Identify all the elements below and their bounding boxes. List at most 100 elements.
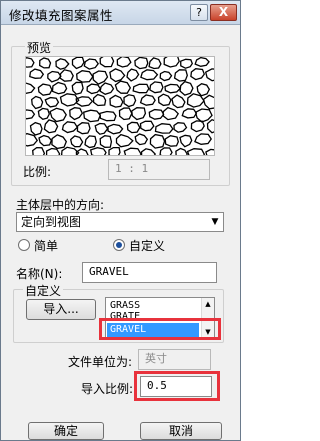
radio-custom[interactable] [113,239,125,251]
gravel-stone [148,108,165,120]
gravel-stone [26,109,36,120]
gravel-stone [159,147,173,155]
gravel-stone [76,122,91,135]
gravel-stone [173,69,188,82]
gravel-stone [180,58,194,69]
gravel-stone [196,82,211,97]
gravel-stone [31,95,44,110]
pattern-preview [25,56,215,156]
ok-button[interactable]: 确定 [28,422,104,440]
gravel-stone [194,57,210,67]
file-units-field: 英寸 [138,349,211,370]
gravel-stone [149,133,166,149]
gravel-stone [107,123,124,135]
radio-simple[interactable] [18,239,30,251]
name-input[interactable]: GRAVEL [82,262,217,283]
gravel-stone [71,81,84,95]
direction-label: 主体层中的方向: [16,198,105,212]
preview-legend: 预览 [25,39,54,56]
file-units-label: 文件单位为: [68,355,133,369]
gravel-stone [61,121,79,134]
gravel-stone [99,135,113,148]
gravel-stone [51,134,68,150]
gravel-stone [134,133,149,146]
gravel-stone [116,57,132,68]
gravel-stone [26,82,36,94]
gravel-stone [37,107,51,121]
name-label: 名称(N): [16,267,63,281]
gravel-stone [109,94,124,108]
gravel-stone [109,68,126,83]
dialog-window: 修改填充图案属性 ? X 预览 比例: 1 : 1 主体层中的方向: 定向到视图… [0,0,241,441]
scale-label: 比例: [23,165,52,179]
gravel-stone [162,106,180,121]
gravel-stone [132,83,150,94]
close-button[interactable]: X [210,4,237,21]
gravel-stone [190,120,205,133]
gravel-stone [43,119,59,134]
highlight-gravel-box [99,318,221,340]
gravel-stone [39,57,52,69]
gravel-stone [26,57,35,68]
gravel-stone [126,121,141,134]
gravel-stone [163,57,180,68]
gravel-stone [114,80,132,94]
radio-simple-label: 简单 [34,239,59,253]
gravel-stone [83,58,100,70]
gravel-stone [38,134,53,147]
cancel-button[interactable]: 取消 [140,422,222,440]
dialog-title: 修改填充图案属性 [9,8,114,23]
import-button[interactable]: 导入... [26,299,96,320]
gravel-stone [84,135,97,149]
gravel-stone [45,147,61,155]
gravel-stone [175,147,188,155]
gravel-stone [47,70,62,83]
help-button[interactable]: ? [190,4,208,21]
gravel-stone [108,146,121,155]
gravel-stone [149,81,164,94]
gravel-stone [205,148,214,155]
gravel-stone [82,109,102,123]
gravel-stone [89,147,107,155]
gravel-stone [148,57,162,70]
gravel-stone [186,148,206,155]
gravel-stone [123,147,143,155]
gravel-stone [75,96,94,107]
direction-select[interactable]: 定向到视图 ▼ [16,212,224,232]
highlight-scale-box [134,371,220,401]
gravel-stone [202,94,214,110]
list-item[interactable]: GRASS [110,300,140,311]
gravel-stone [55,58,70,70]
custom-legend: 自定义 [23,282,64,299]
gravel-stone [140,148,157,155]
gravel-stone [99,57,115,68]
gravel-stone [71,57,85,70]
gravel-stone [194,133,212,145]
gravel-stone [194,108,213,123]
gravel-stone [159,70,173,82]
gravel-stone [171,94,186,109]
gravel-pattern-image [26,57,214,155]
gravel-stone [134,57,149,70]
gravel-stone [179,80,194,96]
title-bar[interactable]: 修改填充图案属性 ? X [1,1,240,25]
gravel-stone [123,94,137,108]
gravel-stone [32,146,46,155]
gravel-stone [206,118,214,134]
gravel-stone [29,121,43,136]
gravel-stone [181,108,198,119]
gravel-stone [179,134,193,148]
gravel-stone [76,70,94,83]
gravel-stone [126,68,140,82]
scroll-up-icon[interactable]: ▲ [202,300,214,308]
gravel-stone [69,135,84,148]
gravel-stone [99,110,117,122]
gravel-stone [164,135,179,147]
gravel-stone [118,107,133,121]
import-scale-label: 导入比例: [81,382,134,396]
gravel-stone [173,122,188,133]
gravel-stone [115,133,134,148]
gravel-stone [139,120,155,132]
gravel-stone [29,68,45,79]
gravel-stone [51,81,68,95]
